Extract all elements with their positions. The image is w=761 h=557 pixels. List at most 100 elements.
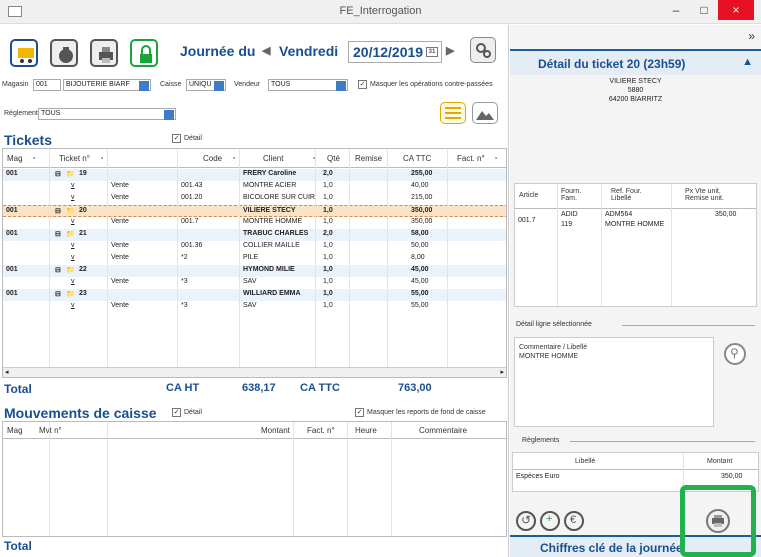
col-fact[interactable]: Fact. n° bbox=[457, 154, 485, 163]
masquer-reports-label: Masquer les reports de fond de caisse bbox=[367, 409, 486, 416]
refresh-button[interactable]: ↺ bbox=[516, 511, 536, 531]
image-view-button[interactable] bbox=[472, 102, 498, 124]
scroll-right-icon[interactable]: ▸ bbox=[500, 368, 504, 376]
search-icon[interactable]: ◔ bbox=[31, 154, 36, 163]
col-ca-ttc[interactable]: CA TTC bbox=[403, 154, 431, 163]
scroll-left-icon[interactable]: ◂ bbox=[5, 368, 9, 376]
col-prix-remise[interactable]: Px Vte unit. Remise unit. bbox=[685, 188, 745, 202]
collapse-icon[interactable]: ▲ bbox=[742, 56, 753, 68]
table-row[interactable]: 001 ⊟ 📁 21 TRABUC CHARLES 2,0 58,00 bbox=[3, 229, 506, 241]
line-icon: v bbox=[71, 302, 75, 309]
col-commentaire[interactable]: Commentaire bbox=[419, 426, 467, 435]
table-row[interactable]: v Vente *3 SAV 1,0 55,00 bbox=[3, 301, 506, 313]
date-field[interactable]: 20/12/2019 31 bbox=[348, 41, 442, 63]
table-row[interactable]: 001 ⊟ 📁 20 VILIERE STECY 1,0 350,00 bbox=[3, 205, 506, 217]
table-row[interactable]: v Vente *2 PILE 1,0 8,00 bbox=[3, 253, 506, 265]
magasin-code-field[interactable]: 001 bbox=[33, 79, 61, 91]
table-row[interactable]: v Vente *3 SAV 1,0 45,00 bbox=[3, 277, 506, 289]
close-button[interactable]: × bbox=[718, 0, 754, 20]
col-mag[interactable]: Mag bbox=[7, 426, 23, 435]
col-mvt[interactable]: Mvt n° bbox=[39, 426, 62, 435]
collapse-icon[interactable]: ⊟ bbox=[55, 266, 61, 274]
col-montant[interactable]: Montant bbox=[261, 426, 290, 435]
caisse-select[interactable]: UNIQU bbox=[186, 79, 226, 91]
row-ca: 255,00 bbox=[411, 170, 433, 177]
row-client: WILLIARD EMMA bbox=[243, 290, 301, 297]
next-day-icon[interactable]: ▶ bbox=[446, 44, 454, 57]
articles-table: Article Fourn. Fam. Ref. Four. Libellé P… bbox=[514, 183, 757, 307]
magasin-select[interactable]: BIJOUTERIE BIARF bbox=[63, 79, 151, 91]
table-row[interactable]: v Vente 001.36 COLLIER MAILLE 1,0 50,00 bbox=[3, 241, 506, 253]
money-bag-button[interactable] bbox=[50, 39, 78, 67]
reglement-select[interactable]: TOUS bbox=[38, 108, 176, 120]
mouvements-detail-checkbox[interactable]: ✓ bbox=[172, 408, 181, 417]
zoom-button[interactable]: ⚲ bbox=[724, 343, 746, 365]
chevron-down-icon[interactable] bbox=[214, 81, 224, 91]
article-prix: 350,00 bbox=[715, 211, 737, 218]
row-qte: 1,0 bbox=[323, 218, 333, 225]
maximize-button[interactable]: □ bbox=[690, 0, 718, 20]
col-montant[interactable]: Montant bbox=[707, 458, 732, 465]
expand-icon[interactable]: » bbox=[748, 29, 755, 43]
chevron-down-icon[interactable] bbox=[336, 81, 346, 91]
reglements-label: Règlements bbox=[522, 437, 560, 444]
calendar-icon[interactable]: 31 bbox=[426, 47, 438, 57]
col-client[interactable]: Client bbox=[263, 154, 283, 163]
col-article[interactable]: Article bbox=[519, 192, 538, 199]
col-code[interactable]: Code bbox=[203, 154, 222, 163]
col-ref-libelle[interactable]: Ref. Four. Libellé bbox=[611, 188, 661, 202]
col-heure[interactable]: Heure bbox=[355, 426, 377, 435]
search-icon[interactable]: ◔ bbox=[231, 154, 236, 163]
row-ca: 8,00 bbox=[411, 254, 425, 261]
col-fact[interactable]: Fact. n° bbox=[307, 426, 335, 435]
collapse-icon[interactable]: ⊟ bbox=[55, 290, 61, 298]
collapse-icon[interactable]: ⊟ bbox=[55, 170, 61, 178]
lock-button[interactable] bbox=[130, 39, 158, 67]
euro-button[interactable]: € bbox=[564, 511, 584, 531]
row-ticket: 23 bbox=[79, 290, 87, 297]
folder-icon: 📁 bbox=[66, 291, 75, 298]
article-row[interactable]: 001.7 ADID 119 ADM564 MONTRE HOMME 350,0… bbox=[515, 211, 756, 233]
add-payment-button[interactable]: + bbox=[540, 511, 560, 531]
settings-button[interactable] bbox=[470, 37, 496, 63]
col-fourn-fam[interactable]: Fourn. Fam. bbox=[561, 188, 597, 202]
table-row[interactable]: 001 ⊟ 📁 23 WILLIARD EMMA 1,0 55,00 bbox=[3, 289, 506, 301]
chiffres-cle-title: Chiffres clé de la journée bbox=[540, 541, 683, 555]
col-qte[interactable]: Qté bbox=[327, 154, 340, 163]
table-row[interactable]: v Vente 001.7 MONTRE HOMME 1,0 350,00 bbox=[3, 217, 506, 229]
col-ticket[interactable]: Ticket n° bbox=[59, 154, 90, 163]
col-mag[interactable]: Mag bbox=[7, 154, 23, 163]
chevron-down-icon[interactable] bbox=[164, 110, 174, 120]
row-mag: 001 bbox=[6, 290, 18, 297]
col-libelle[interactable]: Libellé bbox=[575, 458, 595, 465]
chevron-down-icon[interactable] bbox=[139, 81, 149, 91]
list-view-button[interactable] bbox=[440, 102, 466, 124]
row-label: Vente bbox=[111, 194, 129, 201]
search-icon[interactable]: ◔ bbox=[493, 154, 498, 163]
masquer-operations-checkbox[interactable]: ✓ bbox=[358, 80, 367, 89]
col-remise[interactable]: Remise bbox=[355, 154, 382, 163]
masquer-reports-checkbox[interactable]: ✓ bbox=[355, 408, 364, 417]
tickets-detail-checkbox[interactable]: ✓ bbox=[172, 134, 181, 143]
cart-button[interactable] bbox=[10, 39, 38, 67]
prev-day-icon[interactable]: ◀ bbox=[262, 44, 270, 57]
reglement-row[interactable]: Espèces Euro 350,00 bbox=[513, 472, 758, 484]
row-qte: 1,0 bbox=[323, 278, 333, 285]
horizontal-scrollbar[interactable]: ◂ ▸ bbox=[3, 367, 506, 377]
comment-box[interactable]: Commentaire / Libellé MONTRE HOMME bbox=[514, 337, 714, 427]
table-row[interactable]: 001 ⊟ 📁 19 FRERY Caroline 2,0 255,00 bbox=[3, 169, 506, 181]
client-block: VILIERE STECY 5880 64200 BIARRITZ bbox=[510, 77, 761, 104]
table-row[interactable]: v Vente 001.20 BICOLORE SUR CUIR 1,0 215,00 bbox=[3, 193, 506, 205]
ticket-detail-header[interactable]: Détail du ticket 20 (23h59) ▲ bbox=[510, 49, 761, 75]
minimize-button[interactable]: – bbox=[662, 0, 690, 20]
print-button[interactable] bbox=[90, 39, 118, 67]
row-code: *3 bbox=[181, 278, 188, 285]
collapse-icon[interactable]: ⊟ bbox=[55, 230, 61, 238]
collapse-icon[interactable]: ⊟ bbox=[55, 207, 61, 215]
reglement-montant: 350,00 bbox=[721, 473, 743, 480]
vendeur-select[interactable]: TOUS bbox=[268, 79, 348, 91]
search-icon[interactable]: ◔ bbox=[99, 154, 104, 163]
table-row[interactable]: v Vente 001.43 MONTRE ACIER 1,0 40,00 bbox=[3, 181, 506, 193]
row-ca: 350,00 bbox=[411, 218, 433, 225]
table-row[interactable]: 001 ⊟ 📁 22 HYMOND MILIE 1,0 45,00 bbox=[3, 265, 506, 277]
